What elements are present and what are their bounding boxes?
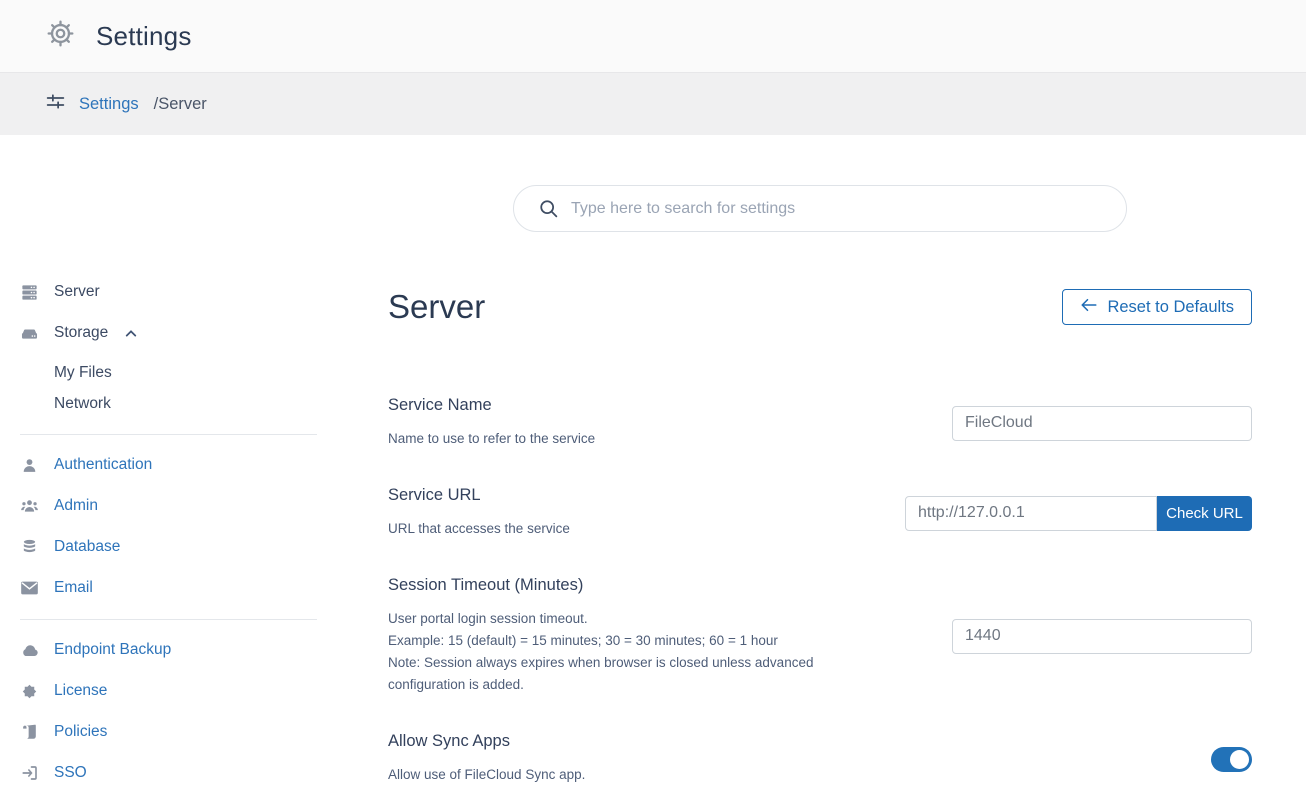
field-row-allow-sync-apps: Allow Sync Apps Allow use of FileCloud S… bbox=[388, 732, 1252, 786]
field-row-session-timeout: Session Timeout (Minutes) User portal lo… bbox=[388, 576, 1252, 696]
sidebar-item-database[interactable]: Database bbox=[20, 533, 317, 561]
field-description-line: Example: 15 (default) = 15 minutes; 30 =… bbox=[388, 630, 893, 652]
cloud-icon bbox=[20, 642, 39, 658]
breadcrumb-current-page: /Server bbox=[154, 95, 207, 114]
sidebar-item-label: Policies bbox=[54, 723, 107, 741]
field-label: Session Timeout (Minutes) bbox=[388, 576, 893, 595]
sidebar-item-my-files[interactable]: My Files bbox=[20, 360, 317, 386]
sidebar-item-sso[interactable]: SSO bbox=[20, 759, 317, 787]
user-icon bbox=[20, 457, 39, 474]
sidebar-item-network[interactable]: Network bbox=[20, 391, 317, 417]
field-description-line: User portal login session timeout. bbox=[388, 608, 893, 630]
sidebar-item-label: Network bbox=[54, 395, 111, 413]
section-title: Server bbox=[388, 288, 485, 326]
reset-to-defaults-label: Reset to Defaults bbox=[1107, 298, 1234, 317]
field-label: Allow Sync Apps bbox=[388, 732, 585, 751]
gear-icon bbox=[46, 19, 75, 53]
sidebar-item-label: Storage bbox=[54, 324, 108, 342]
page-title: Settings bbox=[96, 21, 192, 52]
field-description-line: Note: Session always expires when browse… bbox=[388, 652, 893, 696]
sidebar-item-label: Server bbox=[54, 283, 100, 301]
search-icon bbox=[538, 198, 559, 224]
sliders-icon bbox=[45, 91, 66, 117]
scroll-icon bbox=[20, 723, 39, 741]
sidebar-item-endpoint-backup[interactable]: Endpoint Backup bbox=[20, 636, 317, 664]
sidebar-item-license[interactable]: License bbox=[20, 677, 317, 705]
sidebar-item-storage[interactable]: Storage bbox=[20, 319, 317, 347]
reset-to-defaults-button[interactable]: Reset to Defaults bbox=[1062, 289, 1252, 325]
settings-search bbox=[513, 185, 1127, 232]
session-timeout-input[interactable] bbox=[952, 619, 1252, 654]
sidebar-item-label: License bbox=[54, 682, 107, 700]
field-row-service-url: Service URL URL that accesses the servic… bbox=[388, 486, 1252, 540]
field-description: URL that accesses the service bbox=[388, 518, 570, 540]
envelope-icon bbox=[20, 580, 39, 596]
server-icon bbox=[20, 283, 39, 302]
users-icon bbox=[20, 497, 39, 515]
sidebar-item-policies[interactable]: Policies bbox=[20, 718, 317, 746]
breadcrumb: Settings /Server bbox=[0, 73, 1306, 135]
sign-in-icon bbox=[20, 764, 39, 782]
field-description: Name to use to refer to the service bbox=[388, 428, 595, 450]
sidebar-item-label: My Files bbox=[54, 364, 112, 382]
field-description: Allow use of FileCloud Sync app. bbox=[388, 764, 585, 786]
arrow-left-icon bbox=[1080, 297, 1098, 318]
app-header: Settings bbox=[0, 0, 1306, 73]
allow-sync-apps-toggle[interactable] bbox=[1211, 747, 1252, 772]
sidebar-item-label: Admin bbox=[54, 497, 98, 515]
toggle-knob bbox=[1230, 750, 1249, 769]
search-input[interactable] bbox=[513, 185, 1127, 232]
sidebar-item-admin[interactable]: Admin bbox=[20, 492, 317, 520]
sidebar-item-label: SSO bbox=[54, 764, 87, 782]
field-row-service-name: Service Name Name to use to refer to the… bbox=[388, 396, 1252, 450]
sidebar-item-label: Endpoint Backup bbox=[54, 641, 171, 659]
sidebar-item-authentication[interactable]: Authentication bbox=[20, 451, 317, 479]
sidebar-divider bbox=[20, 619, 317, 620]
sidebar-item-server[interactable]: Server bbox=[20, 278, 317, 306]
seal-icon bbox=[20, 683, 39, 700]
storage-icon bbox=[20, 324, 39, 343]
field-label: Service Name bbox=[388, 396, 595, 415]
service-name-input[interactable] bbox=[952, 406, 1252, 441]
settings-sidebar: Server Storage My Files Network bbox=[20, 135, 317, 794]
chevron-up-icon bbox=[125, 329, 137, 338]
sidebar-item-label: Authentication bbox=[54, 456, 152, 474]
sidebar-item-email[interactable]: Email bbox=[20, 574, 317, 602]
field-label: Service URL bbox=[388, 486, 570, 505]
breadcrumb-settings-link[interactable]: Settings bbox=[79, 95, 139, 114]
database-icon bbox=[20, 538, 39, 556]
settings-main-panel: Server Reset to Defaults Service Name Na… bbox=[388, 135, 1252, 794]
service-url-input[interactable] bbox=[905, 496, 1157, 531]
sidebar-item-label: Email bbox=[54, 579, 93, 597]
sidebar-divider bbox=[20, 434, 317, 435]
check-url-button[interactable]: Check URL bbox=[1157, 496, 1252, 531]
sidebar-item-label: Database bbox=[54, 538, 120, 556]
